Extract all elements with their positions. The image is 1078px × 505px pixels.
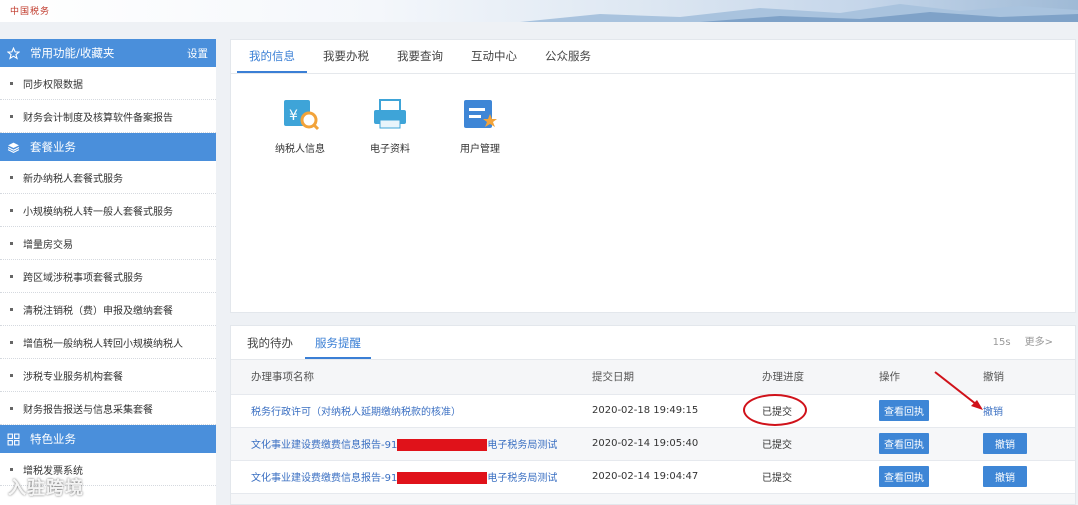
sidebar-item-label: 同步权限数据: [23, 79, 83, 91]
tab-tax-handling[interactable]: 我要办税: [311, 40, 381, 73]
more-link[interactable]: 更多>: [1025, 326, 1053, 360]
tab-query[interactable]: 我要查询: [385, 40, 455, 73]
tab-my-todo[interactable]: 我的待办: [237, 326, 303, 359]
app-grid: ¥ 纳税人信息 电子资料 用户管理: [255, 96, 525, 155]
tab-my-info[interactable]: 我的信息: [237, 40, 307, 73]
app-label: 电子资料: [370, 144, 410, 155]
sidebar-item[interactable]: 清税注销税（费）申报及缴纳套餐: [0, 293, 216, 326]
sidebar-item[interactable]: 跨区域涉税事项套餐式服务: [0, 260, 216, 293]
undo-button[interactable]: 撤销: [983, 433, 1027, 454]
sidebar-item-label: 跨区域涉税事项套餐式服务: [23, 272, 143, 284]
sidebar-item[interactable]: 财务会计制度及核算软件备案报告: [0, 100, 216, 133]
package-title: 套餐业务: [30, 140, 76, 154]
sidebar-item[interactable]: 财务报告报送与信息采集套餐: [0, 392, 216, 425]
my-info-panel: 我的信息 我要办税 我要查询 互动中心 公众服务 ¥ 纳税人信息 电子资料 用户…: [230, 39, 1076, 313]
bullet-icon: [10, 241, 13, 245]
bullet-icon: [10, 373, 13, 377]
progress-status: 已提交: [738, 460, 855, 494]
sidebar-item-label: 增量房交易: [23, 239, 73, 251]
table-row: 文化事业建设费缴费信息报告-91 电子税务局测试 2020-02-14 19:04…: [231, 460, 1075, 494]
refresh-interval: 15s: [992, 337, 1011, 348]
app-taxpayer-info[interactable]: ¥ 纳税人信息: [255, 96, 345, 155]
sidebar: 常用功能/收藏夹 设置 同步权限数据 财务会计制度及核算软件备案报告 套餐业务 …: [0, 39, 216, 505]
submit-date: 2020-02-18 19:49:15: [568, 394, 738, 428]
favorites-header[interactable]: 常用功能/收藏夹 设置: [0, 39, 216, 67]
sidebar-item-label: 小规模纳税人转一般人套餐式服务: [23, 206, 173, 218]
progress-status: 已提交: [738, 427, 855, 461]
taxpayer-info-icon: ¥: [284, 100, 320, 131]
app-label: 用户管理: [460, 144, 500, 155]
submit-date: 2020-02-14 19:05:40: [568, 427, 738, 461]
bullet-icon: [10, 340, 13, 344]
svg-text:¥: ¥: [289, 108, 298, 124]
refresh-controls: 15s 更多>: [993, 326, 1053, 360]
layers-icon: [6, 140, 20, 154]
view-receipt-button[interactable]: 查看回执: [879, 433, 929, 454]
bullet-icon: [10, 307, 13, 311]
tab-interaction[interactable]: 互动中心: [459, 40, 529, 73]
reminders-panel: 我的待办 服务提醒 15s 更多> 办理事项名称 提交日期 办理进度 操作 撤销…: [230, 325, 1076, 505]
col-progress: 办理进度: [738, 360, 855, 395]
sidebar-item-label: 涉税专业服务机构套餐: [23, 371, 123, 383]
site-logo[interactable]: 中国税务: [10, 4, 50, 17]
grid-icon: [6, 432, 20, 446]
tab-service-reminder[interactable]: 服务提醒: [305, 326, 371, 359]
watermark: 入驻跨境: [8, 478, 84, 499]
user-manage-icon: [464, 100, 497, 128]
sidebar-item-label: 新办纳税人套餐式服务: [23, 173, 123, 185]
sidebar-item-label: 增值税一般纳税人转回小规模纳税人: [23, 338, 183, 350]
bullet-icon: [10, 406, 13, 410]
special-header[interactable]: 特色业务: [0, 425, 216, 453]
bullet-icon: [10, 175, 13, 179]
sidebar-item-label: 财务会计制度及核算软件备案报告: [23, 112, 173, 124]
printer-icon: [374, 99, 406, 129]
item-name-link[interactable]: 税务行政许可（对纳税人延期缴纳税款的核准）: [251, 407, 461, 418]
status-highlight-circle: [743, 394, 807, 426]
top-banner: 中国税务: [0, 0, 1078, 22]
main-tabs: 我的信息 我要办税 我要查询 互动中心 公众服务: [231, 40, 1075, 74]
undo-button[interactable]: 撤销: [983, 466, 1027, 487]
redaction-bar: [397, 472, 488, 484]
tab-public-service[interactable]: 公众服务: [533, 40, 603, 73]
special-title: 特色业务: [30, 432, 76, 446]
table-row: [231, 493, 1075, 504]
item-name-link[interactable]: 文化事业建设费缴费信息报告-91 电子税务局测试: [251, 472, 557, 484]
view-receipt-button[interactable]: 查看回执: [879, 466, 929, 487]
app-user-management[interactable]: 用户管理: [435, 96, 525, 155]
sidebar-item[interactable]: 小规模纳税人转一般人套餐式服务: [0, 194, 216, 227]
mountain-banner-image: [520, 4, 1078, 22]
bullet-icon: [10, 467, 13, 471]
bullet-icon: [10, 274, 13, 278]
view-receipt-button[interactable]: 查看回执: [879, 400, 929, 421]
col-submit-date: 提交日期: [568, 360, 738, 395]
submit-date: 2020-02-14 19:04:47: [568, 460, 738, 494]
col-item-name: 办理事项名称: [231, 360, 568, 395]
sidebar-item-label: 财务报告报送与信息采集套餐: [23, 404, 153, 416]
red-arrow-annotation: [934, 371, 983, 410]
sidebar-item-label: 清税注销税（费）申报及缴纳套餐: [23, 305, 173, 317]
app-electronic-docs[interactable]: 电子资料: [345, 96, 435, 155]
bullet-icon: [10, 81, 13, 85]
app-label: 纳税人信息: [275, 144, 325, 155]
redaction-bar: [397, 439, 488, 451]
favorites-title: 常用功能/收藏夹: [30, 46, 115, 60]
sidebar-item[interactable]: 增量房交易: [0, 227, 216, 260]
star-icon: [6, 46, 20, 60]
sidebar-item[interactable]: 同步权限数据: [0, 67, 216, 100]
sidebar-item[interactable]: 新办纳税人套餐式服务: [0, 161, 216, 194]
item-name-link[interactable]: 文化事业建设费缴费信息报告-91 电子税务局测试: [251, 439, 557, 451]
favorites-setting-link[interactable]: 设置: [187, 46, 208, 61]
bullet-icon: [10, 114, 13, 118]
package-header[interactable]: 套餐业务: [0, 133, 216, 161]
table-row: 文化事业建设费缴费信息报告-91 电子税务局测试 2020-02-14 19:05…: [231, 427, 1075, 461]
sidebar-item[interactable]: 增值税一般纳税人转回小规模纳税人: [0, 326, 216, 359]
bullet-icon: [10, 208, 13, 212]
reminder-tabs: 我的待办 服务提醒 15s 更多>: [231, 326, 1075, 360]
sidebar-item[interactable]: 涉税专业服务机构套餐: [0, 359, 216, 392]
